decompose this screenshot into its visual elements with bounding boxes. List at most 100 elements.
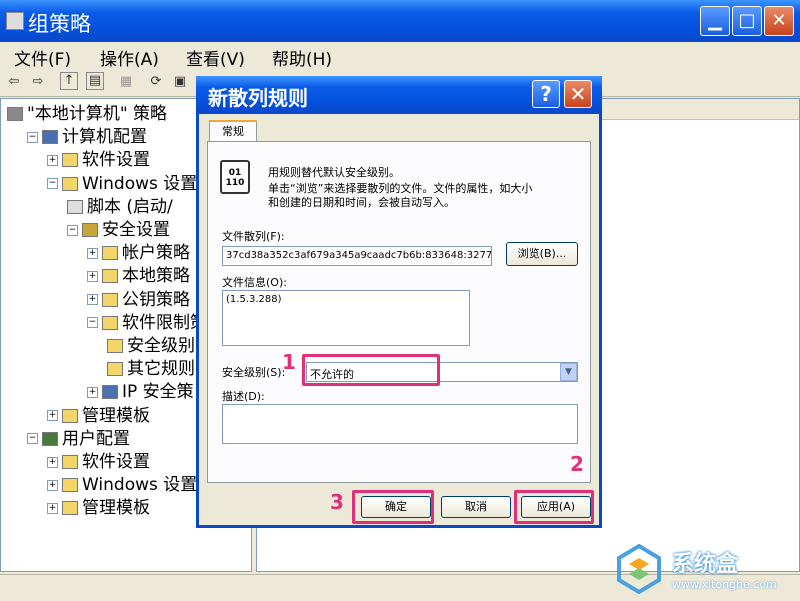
- menu-help[interactable]: 帮助(H): [272, 45, 332, 70]
- tree-node[interactable]: + 公钥策略: [87, 289, 190, 311]
- dialog-close-button[interactable]: ✕: [564, 80, 592, 108]
- folder-icon: [107, 362, 123, 377]
- expand-icon[interactable]: +: [87, 294, 98, 306]
- watermark-brand: 系统盒: [672, 552, 739, 577]
- expand-icon[interactable]: +: [87, 247, 98, 259]
- folder-icon: [62, 501, 78, 516]
- tree-node[interactable]: 安全级别: [107, 335, 195, 357]
- menu-action[interactable]: 操作(A): [100, 45, 159, 70]
- hash-icon: 01 110: [220, 160, 250, 194]
- collapse-icon[interactable]: −: [87, 317, 98, 329]
- security-level-highlight: [302, 354, 440, 386]
- ip-security-icon: [102, 385, 118, 400]
- tree-node[interactable]: "本地计算机" 策略: [7, 103, 167, 125]
- expand-icon[interactable]: +: [47, 502, 58, 514]
- tree-node[interactable]: + 管理模板: [47, 405, 150, 427]
- security-icon: [82, 223, 98, 237]
- description-line-1: 用规则替代默认安全级别。: [268, 166, 400, 179]
- tree-node[interactable]: − 计算机配置: [27, 126, 147, 148]
- collapse-icon[interactable]: −: [27, 131, 38, 143]
- file-hash-label: 文件散列(F):: [222, 230, 285, 243]
- tree-node-label: 安全设置: [102, 220, 170, 240]
- close-button[interactable]: ✕: [764, 6, 794, 36]
- step-2-label: 2: [570, 452, 584, 476]
- tree-node-label: Windows 设置: [82, 475, 198, 496]
- export-icon[interactable]: ▣: [170, 72, 190, 92]
- collapse-icon[interactable]: −: [47, 178, 58, 190]
- menu-bar: 文件(F) 操作(A) 查看(V) 帮助(H): [0, 42, 800, 70]
- tree-node-label: 本地策略: [122, 266, 190, 287]
- tree-node[interactable]: − Windows 设置: [47, 173, 197, 195]
- folder-icon: [62, 153, 78, 168]
- folder-lock-icon: [102, 246, 118, 261]
- tree-node[interactable]: + 软件设置: [47, 451, 150, 473]
- step-3-label: 3: [330, 490, 344, 514]
- folder-lock-icon: [102, 269, 118, 284]
- tree-node[interactable]: − 软件限制策: [87, 312, 207, 334]
- tree-node-label: 管理模板: [82, 405, 150, 426]
- window-title: 组策略: [28, 12, 91, 36]
- file-info-field[interactable]: (1.5.3.288): [222, 290, 470, 346]
- tree-node[interactable]: − 安全设置: [67, 219, 170, 241]
- expand-icon[interactable]: +: [47, 479, 58, 491]
- tree-node[interactable]: + 帐户策略: [87, 242, 190, 264]
- tree-node[interactable]: + 本地策略: [87, 265, 190, 287]
- security-level-label: 安全级别(S):: [222, 366, 286, 379]
- tree-node[interactable]: + 软件设置: [47, 149, 150, 171]
- dialog-title-bar[interactable]: 新散列规则 ? ✕: [196, 76, 602, 114]
- apply-button-highlight: [514, 490, 594, 524]
- logo-icon: [617, 544, 661, 594]
- tree-node-label: 软件限制策: [122, 312, 207, 333]
- expand-icon[interactable]: +: [87, 386, 98, 398]
- step-1-label: 1: [282, 350, 296, 374]
- folder-icon: [107, 339, 123, 353]
- tree-node[interactable]: + 管理模板: [47, 497, 150, 519]
- file-info-label: 文件信息(O):: [222, 276, 287, 289]
- tree-node[interactable]: 其它规则: [107, 358, 195, 380]
- help-button[interactable]: ?: [532, 80, 560, 108]
- minimize-button[interactable]: ▁: [700, 6, 730, 36]
- computer-icon: [42, 130, 58, 145]
- tree-node-label: 计算机配置: [62, 127, 147, 148]
- cancel-button[interactable]: 取消: [441, 496, 511, 518]
- file-hash-field[interactable]: 37cd38a352c3af679a345a9caadc7b6b:833648:…: [222, 246, 492, 266]
- folder-icon: [62, 478, 78, 493]
- description-field[interactable]: [222, 404, 578, 444]
- dialog-title: 新散列规则: [208, 86, 308, 110]
- maximize-button[interactable]: □: [732, 6, 762, 36]
- tree-node-label: 管理模板: [82, 498, 150, 519]
- title-bar[interactable]: 组策略 ▁ □ ✕: [0, 0, 800, 42]
- tree-node[interactable]: + IP 安全策: [87, 381, 194, 403]
- menu-view[interactable]: 查看(V): [186, 45, 245, 70]
- chevron-down-icon[interactable]: ▼: [560, 363, 577, 381]
- copy-icon[interactable]: ▦: [116, 72, 136, 92]
- folder-open-icon: [102, 315, 118, 330]
- up-folder-icon[interactable]: ↑: [60, 72, 78, 90]
- watermark-url: www.xitonghe.com: [672, 578, 777, 591]
- refresh-icon[interactable]: ⟳: [146, 72, 166, 92]
- script-icon: [67, 199, 83, 214]
- general-tab-panel: 01 110 用规则替代默认安全级别。 单击“浏览”来选择要散列的文件。文件的属性…: [207, 141, 591, 483]
- expand-icon[interactable]: +: [47, 154, 58, 166]
- back-icon[interactable]: ⇦: [4, 72, 24, 92]
- tree-node[interactable]: 脚本 (启动/: [67, 196, 173, 218]
- tree-node-label: 软件设置: [82, 452, 150, 472]
- tab-general[interactable]: 常规: [209, 120, 257, 142]
- tree-node-label: 公钥策略: [122, 289, 190, 310]
- expand-icon[interactable]: +: [87, 270, 98, 282]
- expand-icon[interactable]: +: [47, 410, 58, 422]
- forward-icon[interactable]: ⇨: [28, 72, 48, 92]
- collapse-icon[interactable]: −: [27, 433, 38, 445]
- tree-node-label: 脚本 (启动/: [87, 196, 173, 217]
- menu-file[interactable]: 文件(F): [14, 45, 71, 70]
- tree-node[interactable]: − 用户配置: [27, 428, 130, 450]
- folder-icon: [62, 455, 78, 469]
- tree-node[interactable]: + Windows 设置: [47, 474, 197, 496]
- show-tree-icon[interactable]: ▤: [86, 72, 104, 90]
- folder-icon: [102, 292, 118, 307]
- browse-button[interactable]: 浏览(B)...: [506, 242, 578, 266]
- maximize-icon: □: [738, 10, 756, 31]
- new-hash-rule-dialog: 新散列规则 ? ✕ 常规 01 110 用规则替代默认安全级别。 单击“浏览”来选…: [196, 76, 602, 528]
- collapse-icon[interactable]: −: [67, 224, 78, 236]
- expand-icon[interactable]: +: [47, 456, 58, 468]
